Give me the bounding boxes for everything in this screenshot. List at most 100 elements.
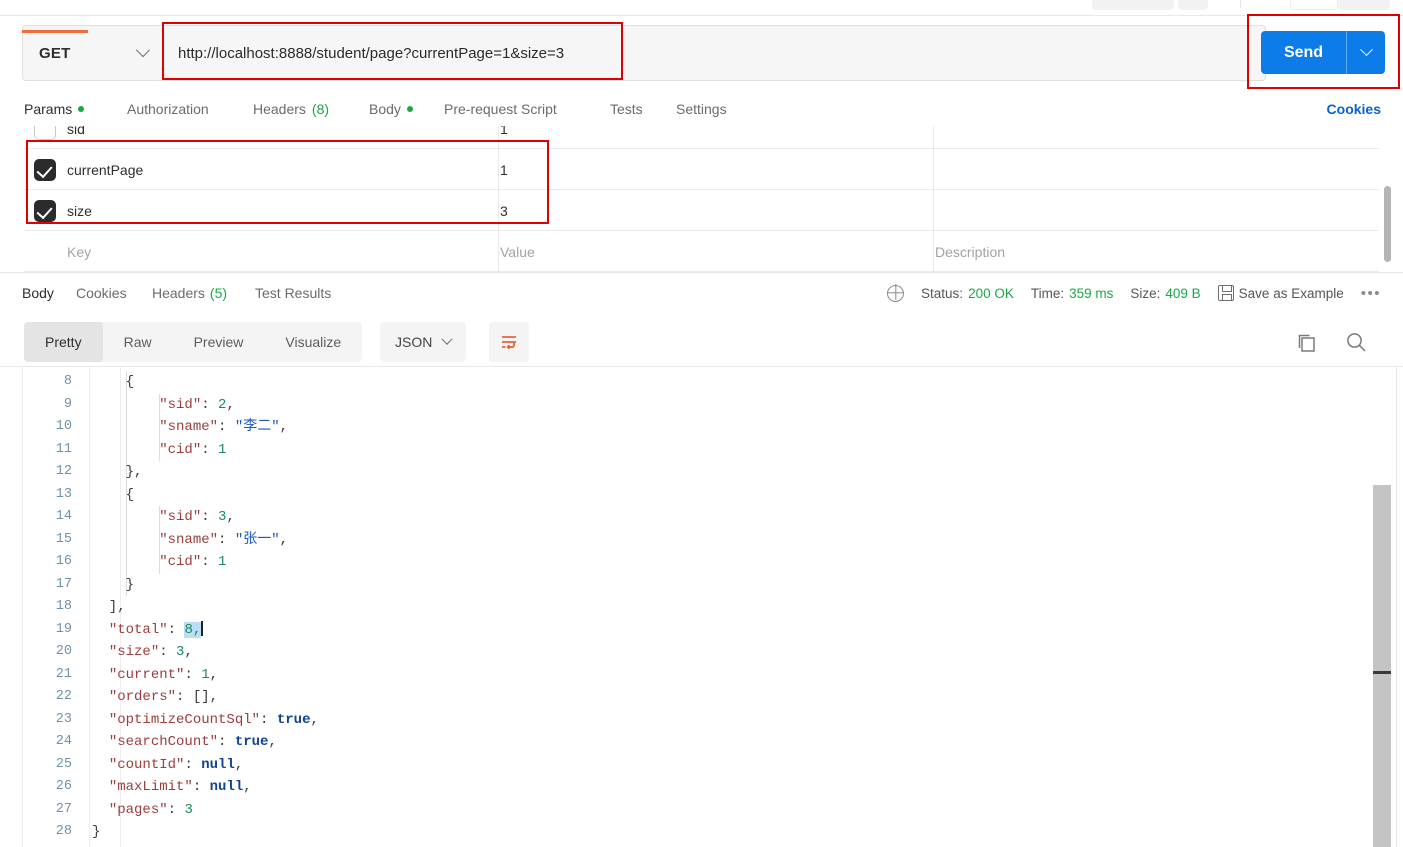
status-badge: Status: 200 OK bbox=[921, 286, 1014, 301]
code-text: "size": 3, bbox=[92, 641, 193, 664]
code-text: "cid": 1 bbox=[92, 439, 226, 462]
code-line[interactable]: 22 "orders": [], bbox=[0, 686, 1360, 709]
line-number: 22 bbox=[55, 689, 72, 704]
url-input[interactable]: http://localhost:8888/student/page?curre… bbox=[162, 25, 1266, 81]
response-body-scrollbar[interactable] bbox=[1373, 485, 1391, 847]
code-line[interactable]: 27 "pages": 3 bbox=[0, 799, 1360, 822]
code-token: "orders" bbox=[108, 689, 177, 705]
tab-headers[interactable]: Headers (8) bbox=[253, 92, 329, 126]
response-view-switch: Pretty Raw Preview Visualize bbox=[24, 322, 363, 362]
tab-response-body[interactable]: Body bbox=[22, 276, 54, 310]
code-token: : bbox=[201, 554, 219, 570]
modified-dot-icon bbox=[406, 106, 413, 112]
code-token: { bbox=[92, 374, 135, 390]
size-value: 409 B bbox=[1165, 285, 1201, 301]
tab-response-headers[interactable]: Headers (5) bbox=[152, 276, 227, 310]
code-line[interactable]: 10 "sname": "李二", bbox=[0, 416, 1360, 439]
tab-authorization[interactable]: Authorization bbox=[127, 92, 209, 126]
code-line[interactable]: 17 } bbox=[0, 573, 1360, 596]
tab-settings-label: Settings bbox=[676, 101, 727, 117]
tab-response-cookies-label: Cookies bbox=[76, 285, 127, 301]
param-value-placeholder[interactable]: Value bbox=[500, 231, 535, 272]
more-actions-button[interactable]: ••• bbox=[1361, 285, 1381, 302]
text-cursor bbox=[201, 620, 203, 636]
top-chip-1[interactable] bbox=[1092, 0, 1174, 10]
word-wrap-toggle[interactable] bbox=[489, 322, 529, 362]
code-text: ], bbox=[92, 596, 126, 619]
tab-test-results-label: Test Results bbox=[255, 285, 332, 301]
tab-params[interactable]: Params bbox=[24, 92, 85, 126]
http-method-selector[interactable]: GET bbox=[22, 25, 162, 81]
code-line[interactable]: 21 "current": 1, bbox=[0, 664, 1360, 687]
cookies-link[interactable]: Cookies bbox=[1327, 92, 1381, 126]
code-token: , bbox=[279, 531, 289, 548]
search-icon[interactable] bbox=[1345, 331, 1367, 353]
tab-response-headers-count: (5) bbox=[209, 285, 228, 301]
tab-settings[interactable]: Settings bbox=[676, 92, 727, 126]
line-number: 28 bbox=[55, 824, 72, 839]
code-line[interactable]: 20 "size": 3, bbox=[0, 641, 1360, 664]
code-line[interactable]: 28} bbox=[0, 821, 1360, 844]
params-scrollbar[interactable] bbox=[1384, 186, 1391, 262]
code-line[interactable]: 25 "countId": null, bbox=[0, 754, 1360, 777]
line-number: 21 bbox=[55, 666, 72, 682]
view-raw[interactable]: Raw bbox=[103, 322, 173, 362]
chevron-down-icon bbox=[441, 333, 454, 345]
code-line[interactable]: 12 }, bbox=[0, 461, 1360, 484]
top-chip-2[interactable] bbox=[1178, 0, 1208, 10]
request-tab-bar: Params Authorization Headers (8) Body Pr… bbox=[0, 92, 1403, 126]
tab-prerequest-script[interactable]: Pre-request Script bbox=[444, 92, 557, 126]
tab-response-cookies[interactable]: Cookies bbox=[76, 276, 127, 310]
code-line[interactable]: 13 { bbox=[0, 483, 1360, 506]
code-token: , bbox=[279, 419, 289, 435]
code-token: , bbox=[268, 734, 277, 750]
send-button[interactable]: Send bbox=[1261, 31, 1385, 74]
code-token: } bbox=[92, 576, 135, 593]
code-line[interactable]: 26 "maxLimit": null, bbox=[0, 776, 1360, 799]
table-row-empty[interactable]: Key Value Description bbox=[24, 231, 1379, 272]
code-line[interactable]: 23 "optimizeCountSql": true, bbox=[0, 709, 1360, 732]
code-token: null bbox=[209, 779, 244, 795]
modified-dot-icon bbox=[78, 106, 85, 112]
send-options-button[interactable] bbox=[1347, 43, 1385, 57]
top-chip-4[interactable] bbox=[1338, 0, 1390, 10]
code-line[interactable]: 11 "cid": 1 bbox=[0, 438, 1360, 462]
response-format-select[interactable]: JSON bbox=[380, 322, 467, 362]
save-as-example-button[interactable]: Save as Example bbox=[1217, 285, 1344, 301]
view-pretty[interactable]: Pretty bbox=[24, 322, 103, 362]
tab-test-results[interactable]: Test Results bbox=[255, 276, 331, 310]
top-chip-3[interactable] bbox=[1290, 0, 1338, 10]
tab-response-body-label: Body bbox=[22, 285, 54, 301]
response-body-viewer[interactable]: 8 {9 "sid": 2, 10 "sname": "李二", 11 "cid":… bbox=[0, 366, 1403, 847]
tab-headers-count: (8) bbox=[311, 101, 330, 117]
code-line[interactable]: 14 "sid": 3, bbox=[0, 506, 1360, 529]
row-enable-checkbox[interactable] bbox=[34, 126, 56, 140]
copy-icon[interactable] bbox=[1296, 332, 1317, 353]
tab-tests[interactable]: Tests bbox=[610, 92, 643, 126]
code-line[interactable]: 8 { bbox=[0, 371, 1360, 394]
code-line[interactable]: 19 "total": 8, bbox=[0, 619, 1360, 642]
code-token: : bbox=[201, 396, 219, 413]
code-text: "countId": null, bbox=[92, 754, 243, 777]
line-number: 27 bbox=[55, 801, 72, 817]
column-divider bbox=[933, 126, 934, 149]
code-line[interactable]: 24 "searchCount": true, bbox=[0, 731, 1360, 754]
code-line[interactable]: 15 "sname": "张一", bbox=[0, 528, 1360, 551]
view-preview[interactable]: Preview bbox=[173, 322, 265, 362]
param-key-placeholder[interactable]: Key bbox=[67, 231, 91, 272]
code-token: , bbox=[184, 644, 193, 660]
response-format-select-value: JSON bbox=[395, 334, 433, 350]
code-token: , bbox=[243, 779, 252, 795]
code-line[interactable]: 16 "cid": 1 bbox=[0, 551, 1360, 574]
code-line[interactable]: 9 "sid": 2, bbox=[0, 393, 1360, 416]
tab-body[interactable]: Body bbox=[369, 92, 413, 126]
code-line[interactable]: 18 ], bbox=[0, 596, 1360, 619]
code-token: [], bbox=[192, 689, 219, 705]
save-icon bbox=[1217, 285, 1234, 301]
param-description-placeholder[interactable]: Description bbox=[935, 231, 1005, 272]
tab-prerequest-script-label: Pre-request Script bbox=[444, 101, 557, 117]
view-visualize[interactable]: Visualize bbox=[264, 322, 362, 362]
